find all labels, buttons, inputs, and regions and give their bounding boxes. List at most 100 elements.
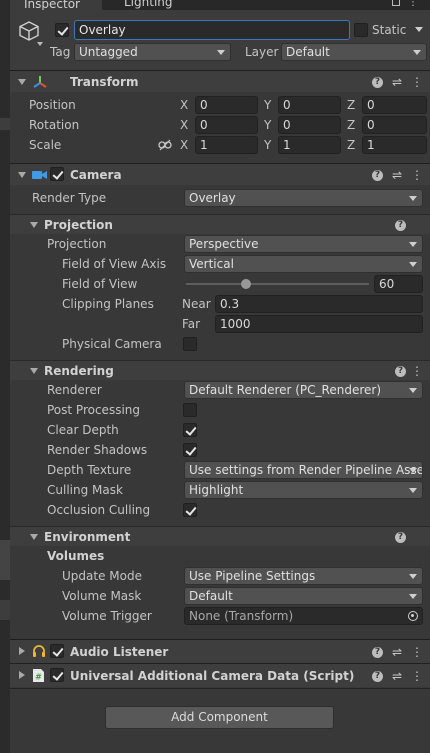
foldout-arrow-icon[interactable] (18, 79, 26, 85)
fov-value-field[interactable]: 60 (374, 275, 423, 293)
update-mode-dropdown[interactable]: Use Pipeline Settings (184, 567, 423, 585)
help-icon[interactable]: ? (395, 532, 406, 543)
layer-dropdown[interactable]: Default (281, 43, 427, 61)
clear-depth-checkbox[interactable] (183, 423, 197, 437)
audio-listener-checkbox[interactable] (50, 644, 64, 658)
additional-camera-data-header[interactable]: # Universal Additional Camera Data (Scri… (10, 663, 430, 687)
rotation-x-field[interactable]: 0 (195, 116, 258, 134)
gameobject-cube-icon[interactable] (18, 20, 40, 42)
help-icon[interactable]: ? (395, 366, 406, 377)
presets-icon[interactable]: ⇌ (390, 72, 404, 92)
foldout-arrow-icon[interactable] (30, 222, 38, 228)
axis-x-label[interactable]: X (180, 115, 188, 135)
help-icon[interactable]: ? (372, 77, 383, 88)
rotation-label: Rotation (29, 118, 80, 132)
post-processing-row: Post Processing (10, 400, 430, 420)
menu-icon[interactable]: ⋮ (408, 0, 418, 8)
scale-x-field[interactable]: 1 (195, 136, 258, 154)
axis-x-label[interactable]: X (180, 95, 188, 115)
tab-inspector[interactable]: Inspector (10, 0, 102, 10)
near-label: Near (182, 297, 211, 311)
rotation-y-field[interactable]: 0 (278, 116, 341, 134)
projection-section-header[interactable]: Projection ? (10, 214, 430, 234)
active-checkbox[interactable] (55, 23, 69, 37)
renderer-dropdown[interactable]: Default Renderer (PC_Renderer) (184, 381, 423, 399)
maximize-icon[interactable] (392, 0, 400, 6)
help-icon[interactable]: ? (372, 170, 383, 181)
render-shadows-checkbox[interactable] (183, 443, 197, 457)
context-menu-icon[interactable]: ⋮ (410, 72, 424, 92)
camera-header[interactable]: Camera ? ⇌ ⋮ (10, 163, 430, 185)
chevron-down-icon (409, 388, 417, 393)
occlusion-culling-checkbox[interactable] (183, 503, 197, 517)
presets-icon[interactable]: ⇌ (390, 642, 404, 662)
scale-label: Scale (29, 138, 62, 152)
link-icon[interactable] (158, 139, 172, 151)
environment-section-header[interactable]: Environment ? (10, 526, 430, 546)
context-menu-icon[interactable]: ⋮ (410, 642, 424, 662)
presets-icon[interactable]: ⇌ (390, 666, 404, 686)
static-checkbox[interactable] (354, 23, 368, 37)
foldout-arrow-icon[interactable] (18, 172, 26, 178)
context-menu-icon[interactable]: ⋮ (410, 361, 424, 381)
far-field[interactable]: 1000 (215, 315, 423, 333)
rotation-z-field[interactable]: 0 (362, 116, 427, 134)
foldout-arrow-icon[interactable] (19, 647, 25, 655)
object-name-field[interactable]: Overlay (74, 20, 350, 40)
help-icon[interactable]: ? (395, 220, 406, 231)
axis-z-label[interactable]: Z (347, 95, 355, 115)
rendering-section-header[interactable]: Rendering ? ⋮ (10, 360, 430, 380)
help-icon[interactable]: ? (372, 671, 383, 682)
renderer-value: Default Renderer (PC_Renderer) (189, 383, 381, 397)
depth-texture-dropdown[interactable]: Use settings from Render Pipeline Asse (184, 461, 423, 479)
tag-dropdown[interactable]: Untagged (74, 43, 231, 61)
object-picker-icon[interactable] (408, 611, 418, 621)
render-type-row: Render Type Overlay (10, 188, 430, 208)
position-y-field[interactable]: 0 (278, 96, 341, 114)
audio-listener-header[interactable]: Audio Listener ? ⇌ ⋮ (10, 639, 430, 663)
render-type-value: Overlay (189, 191, 236, 205)
tab-lighting[interactable]: Lighting (110, 0, 190, 10)
axis-z-label[interactable]: Z (347, 115, 355, 135)
context-menu-icon[interactable]: ⋮ (410, 666, 424, 686)
foldout-arrow-icon[interactable] (19, 671, 25, 679)
volume-mask-dropdown[interactable]: Default (184, 587, 423, 605)
volume-trigger-field[interactable]: None (Transform) (184, 607, 423, 625)
help-icon[interactable]: ? (372, 647, 383, 658)
chevron-down-icon (409, 196, 417, 201)
axis-z-label[interactable]: Z (347, 135, 355, 155)
render-type-dropdown[interactable]: Overlay (184, 189, 423, 207)
culling-mask-dropdown[interactable]: Highlight (184, 481, 423, 499)
context-menu-icon[interactable]: ⋮ (410, 165, 424, 185)
foldout-arrow-icon[interactable] (30, 368, 38, 374)
static-label: Static (372, 23, 407, 37)
chevron-down-icon (409, 468, 417, 473)
far-label: Far (182, 317, 201, 331)
position-z-field[interactable]: 0 (362, 96, 427, 114)
transform-header[interactable]: Transform ? ⇌ ⋮ (10, 70, 430, 92)
physical-camera-checkbox[interactable] (183, 337, 197, 351)
fov-slider-thumb[interactable] (241, 279, 252, 289)
projection-dropdown[interactable]: Perspective (184, 235, 423, 253)
scale-y-field[interactable]: 1 (278, 136, 341, 154)
position-x-field[interactable]: 0 (195, 96, 258, 114)
presets-icon[interactable]: ⇌ (390, 165, 404, 185)
axis-y-label[interactable]: Y (264, 115, 271, 135)
fov-slider-track[interactable] (186, 283, 369, 285)
additional-data-checkbox[interactable] (50, 668, 64, 682)
axis-y-label[interactable]: Y (264, 135, 271, 155)
foldout-arrow-icon[interactable] (30, 534, 38, 540)
camera-enabled-checkbox[interactable] (50, 167, 64, 181)
post-processing-checkbox[interactable] (183, 403, 197, 417)
static-dropdown-arrow[interactable] (415, 27, 423, 32)
axis-x-label[interactable]: X (180, 135, 188, 155)
fov-axis-dropdown[interactable]: Vertical (184, 255, 423, 273)
near-field[interactable]: 0.3 (215, 295, 423, 313)
axis-y-label[interactable]: Y (264, 95, 271, 115)
add-component-button[interactable]: Add Component (105, 706, 334, 729)
transform-axes-icon (33, 76, 47, 88)
icon-dropdown-arrow[interactable] (37, 42, 43, 46)
projection-row: Projection Perspective (10, 234, 430, 254)
rendering-section-title: Rendering (44, 364, 114, 378)
scale-z-field[interactable]: 1 (362, 136, 427, 154)
